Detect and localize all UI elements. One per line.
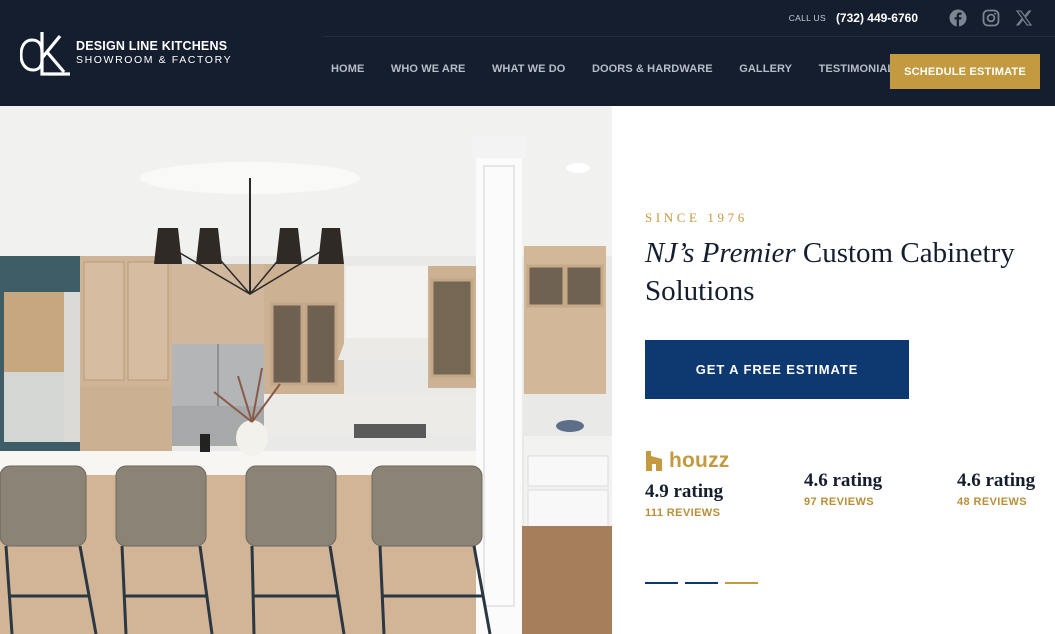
phone-link[interactable]: (732) 449-6760 (836, 11, 918, 25)
hero-kitchen-photo (0, 106, 612, 634)
main-nav: HOME WHO WE ARE WHAT WE DO DOORS & HARDW… (331, 63, 928, 75)
review-count[interactable]: 111 REVIEWS (645, 507, 723, 519)
rating-value: 4.6 rating (804, 470, 883, 491)
brand-name: DESIGN LINE KITCHENS (76, 39, 228, 53)
nav-home[interactable]: HOME (331, 63, 364, 75)
slider-dot[interactable] (725, 582, 758, 584)
houzz-icon (646, 451, 662, 471)
rating-value: 4.9 rating (645, 481, 724, 502)
nav-what-we-do[interactable]: WHAT WE DO (492, 63, 566, 75)
hero-headline: NJ’s Premier Custom Cabinetry Solutions (645, 234, 1045, 310)
instagram-icon[interactable] (982, 9, 1000, 27)
review-count[interactable]: 48 REVIEWS (957, 496, 1035, 508)
rating-value: 4.6 rating (957, 470, 1036, 491)
review-count[interactable]: 97 REVIEWS (804, 496, 882, 508)
houzz-wordmark: houzz (669, 449, 730, 472)
slider-dot[interactable] (685, 582, 718, 584)
facebook-icon[interactable] (949, 9, 967, 27)
site-header: DESIGN LINE KITCHENS SHOWROOM & FACTORY … (0, 0, 1055, 106)
logo[interactable]: DESIGN LINE KITCHENS SHOWROOM & FACTORY (20, 30, 232, 76)
brand-subtitle: SHOWROOM & FACTORY (76, 54, 233, 66)
logo-text: DESIGN LINE KITCHENS SHOWROOM & FACTORY (76, 39, 232, 67)
slider-pagination (645, 582, 765, 584)
headline-italic: NJ’s Premier (645, 237, 796, 269)
nav-doors-hardware[interactable]: DOORS & HARDWARE (592, 63, 713, 75)
contact-bar: CALL US (732) 449-6760 (323, 0, 1055, 36)
rating-block: 4.9 rating 111 REVIEWS (645, 481, 723, 519)
houzz-logo: houzz (645, 449, 729, 473)
nav-who-we-are[interactable]: WHO WE ARE (391, 63, 466, 75)
free-estimate-button[interactable]: GET A FREE ESTIMATE (645, 340, 909, 399)
logo-mark (20, 32, 70, 76)
x-icon[interactable] (1015, 9, 1033, 27)
slider-dot[interactable] (645, 582, 678, 584)
eyebrow-since: SINCE 1976 (645, 210, 748, 225)
schedule-estimate-button[interactable]: SCHEDULE ESTIMATE (890, 54, 1040, 89)
call-label: CALL US (788, 13, 826, 23)
nav-gallery[interactable]: GALLERY (739, 63, 792, 75)
divider (323, 36, 1055, 37)
rating-block: 4.6 rating 48 REVIEWS (957, 470, 1035, 508)
rating-block: 4.6 rating 97 REVIEWS (804, 470, 882, 508)
